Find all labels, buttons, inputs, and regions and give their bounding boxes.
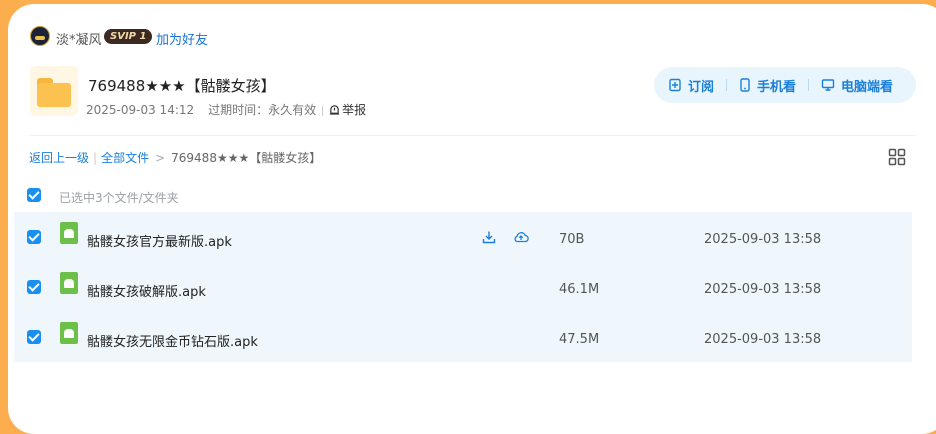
file-size: 70B (559, 232, 585, 247)
grid-view-icon[interactable] (888, 148, 906, 166)
file-date: 2025-09-03 13:58 (704, 332, 822, 347)
desktop-view-button[interactable]: 电脑端看 (821, 76, 893, 95)
file-date: 2025-09-03 13:58 (704, 232, 822, 247)
share-card: 淡*凝风 SVIP 1 加为好友 769488★★★【骷髅女孩】 2025-09… (8, 4, 936, 434)
back-link[interactable]: 返回上一级 (29, 151, 89, 165)
add-friend-link[interactable]: 加为好友 (156, 29, 208, 48)
apk-icon (60, 222, 78, 244)
apk-icon (60, 322, 78, 344)
selection-count: 已选中3个文件/文件夹 (59, 191, 179, 205)
report-label: 举报 (342, 103, 367, 117)
action-bar: 订阅 手机看 电脑端看 (654, 67, 916, 103)
mobile-view-button[interactable]: 手机看 (739, 76, 796, 95)
file-size: 47.5M (559, 332, 600, 347)
file-size: 46.1M (559, 282, 600, 297)
save-to-cloud-icon[interactable] (513, 230, 529, 244)
report-link[interactable]: 举报 (329, 103, 366, 117)
breadcrumb: 返回上一级 | 全部文件 >769488★★★【骷髅女孩】 (29, 151, 322, 165)
desktop-view-label: 电脑端看 (841, 79, 894, 95)
apk-icon (60, 272, 78, 294)
file-name[interactable]: 骷髅女孩无限金币钻石版.apk (87, 331, 258, 350)
folder-icon (30, 66, 78, 116)
expire-value: 永久有效 (268, 103, 317, 117)
current-folder-crumb: 769488★★★【骷髅女孩】 (171, 151, 322, 165)
file-list: 骷髅女孩官方最新版.apk 70B 2025-09-03 13:58 骷髅女孩破… (14, 212, 912, 362)
report-icon (330, 105, 340, 115)
mobile-icon (740, 78, 750, 92)
file-checkbox[interactable] (27, 230, 41, 244)
all-files-link[interactable]: 全部文件 (101, 151, 149, 165)
file-row[interactable]: 骷髅女孩破解版.apk 46.1M 2025-09-03 13:58 (14, 262, 912, 312)
svip-badge: SVIP 1 (104, 29, 153, 44)
folder-meta: 2025-09-03 14:12 过期时间：永久有效 举报 (86, 101, 366, 118)
expire-label: 过期时间： (208, 103, 269, 117)
file-checkbox[interactable] (27, 280, 41, 294)
download-icon[interactable] (482, 230, 496, 244)
divider (30, 135, 916, 136)
folder-title: 769488★★★【骷髅女孩】 (88, 77, 276, 95)
file-name[interactable]: 骷髅女孩破解版.apk (87, 281, 206, 300)
file-row[interactable]: 骷髅女孩官方最新版.apk 70B 2025-09-03 13:58 (14, 212, 912, 262)
file-name[interactable]: 骷髅女孩官方最新版.apk (87, 231, 232, 250)
select-all-checkbox[interactable] (27, 188, 41, 202)
file-row[interactable]: 骷髅女孩无限金币钻石版.apk 47.5M 2025-09-03 13:58 (14, 312, 912, 362)
avatar[interactable] (30, 26, 50, 46)
subscribe-label: 订阅 (688, 79, 715, 95)
file-checkbox[interactable] (27, 330, 41, 344)
username: 淡*凝风 (56, 33, 102, 48)
created-time: 2025-09-03 14:12 (86, 103, 195, 117)
file-date: 2025-09-03 13:58 (704, 282, 822, 297)
mobile-view-label: 手机看 (757, 79, 797, 95)
desktop-icon (821, 79, 835, 91)
subscribe-button[interactable]: 订阅 (668, 76, 714, 95)
subscribe-icon (669, 78, 681, 92)
